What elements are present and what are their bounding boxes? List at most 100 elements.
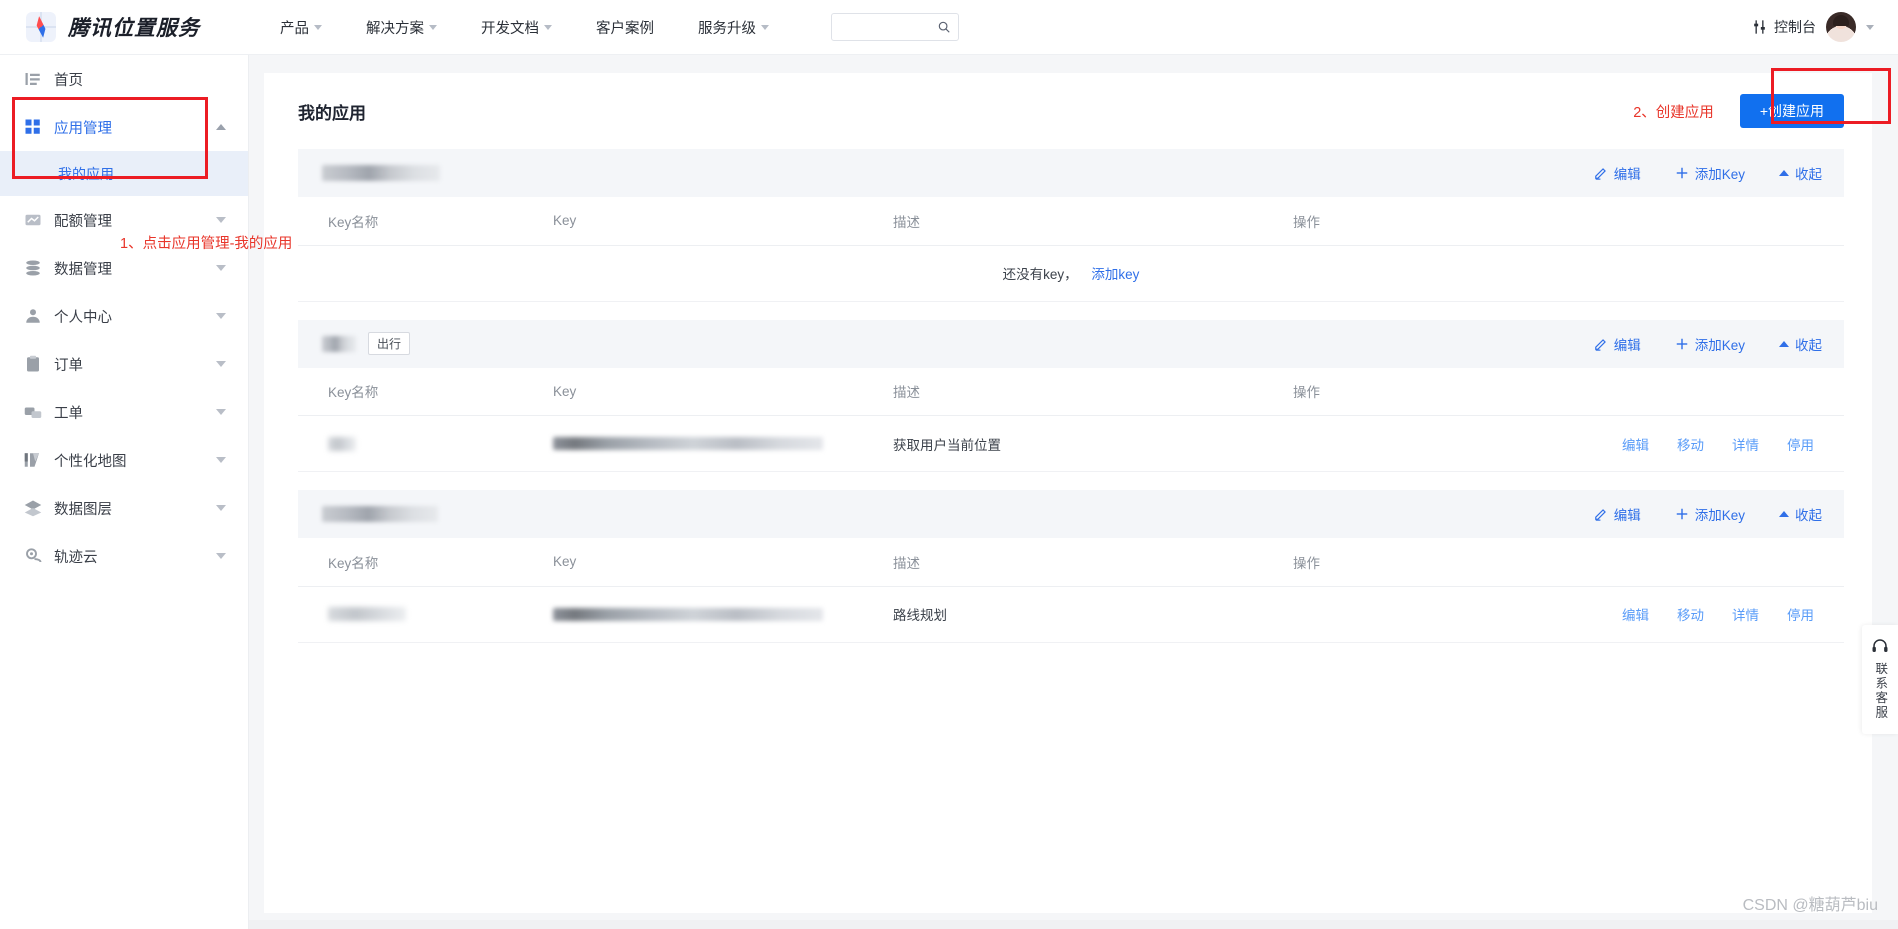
- chevron-down-icon: [216, 265, 226, 271]
- contact-support-widget[interactable]: 联系客服: [1862, 625, 1898, 734]
- chevron-down-icon: [216, 313, 226, 319]
- chevron-down-icon: [216, 553, 226, 559]
- col-header-key: Key: [553, 197, 893, 246]
- chevron-down-icon[interactable]: [1866, 24, 1874, 30]
- empty-state-row: 还没有key， 添加key: [298, 245, 1844, 302]
- app-card-actions: 编辑 添加Key 收起: [1594, 504, 1822, 524]
- chevron-up-icon: [1779, 340, 1789, 347]
- edit-app-link[interactable]: 编辑: [1594, 504, 1641, 524]
- sidebar-item-label: 工单: [54, 405, 83, 422]
- key-value-redacted: [553, 437, 823, 450]
- row-action-edit[interactable]: 编辑: [1622, 604, 1649, 624]
- cell-key-value: [553, 586, 893, 643]
- row-action-disable[interactable]: 停用: [1787, 434, 1814, 454]
- app-card-actions: 编辑 添加Key 收起: [1594, 334, 1822, 354]
- plus-icon: [1676, 508, 1687, 520]
- plus-icon: [1676, 167, 1687, 179]
- nav-item-products[interactable]: 产品: [258, 0, 344, 55]
- nav-label: 解决方案: [366, 20, 424, 37]
- add-key-link[interactable]: 添加Key: [1675, 334, 1745, 354]
- table-header-row: Key名称 Key 描述 操作: [298, 367, 1844, 416]
- link-label: 添加Key: [1694, 337, 1745, 353]
- chevron-down-icon: [216, 505, 226, 511]
- pencil-icon: [1594, 168, 1606, 180]
- row-action-details[interactable]: 详情: [1732, 604, 1759, 624]
- sidebar-item-custom-map[interactable]: 个性化地图: [0, 436, 248, 484]
- cell-description: 获取用户当前位置: [893, 415, 1293, 472]
- avatar[interactable]: [1826, 12, 1856, 42]
- sidebar: 首页 应用管理 我的应用 配额管理 数据管理 个人中心 订单 工单 个性化地图 …: [0, 55, 249, 929]
- top-navigation-bar: 腾讯位置服务 产品 解决方案 开发文档 客户案例 服务升级 控制台: [0, 0, 1898, 55]
- app-name-redacted: [322, 165, 440, 181]
- app-card-header: 编辑 添加Key 收起: [298, 490, 1844, 538]
- link-label: 收起: [1795, 508, 1822, 523]
- empty-state-cell: 还没有key， 添加key: [298, 245, 1844, 302]
- sidebar-item-tickets[interactable]: 工单: [0, 388, 248, 436]
- edit-app-link[interactable]: 编辑: [1594, 334, 1641, 354]
- chevron-down-icon: [216, 361, 226, 367]
- nav-label: 客户案例: [596, 20, 654, 37]
- console-label: 控制台: [1774, 19, 1816, 35]
- app-name-redacted: [322, 506, 438, 522]
- key-table: Key名称 Key 描述 操作 获取用户当前位置 编辑 移动 详情 停用: [298, 367, 1844, 472]
- create-app-button[interactable]: +创建应用: [1739, 94, 1844, 128]
- key-table: Key名称 Key 描述 操作 路线规划 编辑 移动 详情 停用: [298, 538, 1844, 643]
- key-name-redacted: [328, 436, 356, 451]
- cell-key-name: [298, 415, 553, 472]
- chevron-down-icon: [314, 24, 322, 30]
- sidebar-item-label: 数据图层: [54, 501, 112, 518]
- create-app-annotation: 2、创建应用: [1633, 104, 1714, 121]
- collapse-link[interactable]: 收起: [1779, 334, 1822, 354]
- nav-label: 服务升级: [698, 20, 756, 37]
- page-title: 我的应用: [298, 103, 366, 123]
- brand-name: 腾讯位置服务: [68, 16, 200, 40]
- col-header-ops: 操作: [1293, 197, 1844, 246]
- link-label: 编辑: [1613, 508, 1641, 523]
- search-box[interactable]: [831, 13, 959, 41]
- add-key-link[interactable]: 添加Key: [1675, 504, 1745, 524]
- grid-icon: [25, 119, 40, 134]
- collapse-link[interactable]: 收起: [1779, 504, 1822, 524]
- app-card: 编辑 添加Key 收起: [298, 490, 1844, 643]
- contact-support-label: 联系客服: [1873, 662, 1888, 720]
- search-input[interactable]: [839, 20, 937, 34]
- sidebar-item-home[interactable]: 首页: [0, 55, 248, 103]
- sidebar-item-app-management[interactable]: 应用管理: [0, 103, 248, 151]
- collapse-link[interactable]: 收起: [1779, 163, 1822, 183]
- link-label: 添加Key: [1694, 167, 1745, 182]
- my-apps-panel: 我的应用 2、创建应用 +创建应用 编辑 添加Key 收起 Key名称 Key …: [264, 73, 1872, 913]
- nav-item-cases[interactable]: 客户案例: [574, 0, 676, 55]
- nav-item-solutions[interactable]: 解决方案: [344, 0, 459, 55]
- console-link[interactable]: 控制台: [1751, 17, 1816, 37]
- app-card: 编辑 添加Key 收起: [298, 149, 1844, 302]
- sidebar-item-track-cloud[interactable]: 轨迹云: [0, 532, 248, 580]
- horizontal-scrollbar[interactable]: [249, 920, 1898, 929]
- link-label: 收起: [1795, 167, 1822, 182]
- table-row: 路线规划 编辑 移动 详情 停用: [298, 586, 1844, 643]
- chevron-up-icon: [216, 124, 226, 130]
- app-tag-badge: 出行: [368, 332, 411, 355]
- nav-label: 产品: [280, 20, 309, 37]
- col-header-key-name: Key名称: [298, 197, 553, 246]
- sidebar-item-personal-center[interactable]: 个人中心: [0, 292, 248, 340]
- clipboard-icon: [27, 355, 39, 372]
- row-action-edit[interactable]: 编辑: [1622, 434, 1649, 454]
- row-action-disable[interactable]: 停用: [1787, 604, 1814, 624]
- key-value-redacted: [553, 607, 823, 621]
- brand-logo-area[interactable]: 腾讯位置服务: [26, 12, 200, 42]
- add-key-empty-link[interactable]: 添加key: [1091, 267, 1139, 282]
- row-action-move[interactable]: 移动: [1677, 434, 1704, 454]
- nav-item-docs[interactable]: 开发文档: [459, 0, 574, 55]
- sidebar-item-data-layers[interactable]: 数据图层: [0, 484, 248, 532]
- nav-item-service-upgrade[interactable]: 服务升级: [676, 0, 791, 55]
- app-card-actions: 编辑 添加Key 收起: [1594, 163, 1822, 183]
- row-action-move[interactable]: 移动: [1677, 604, 1704, 624]
- sidebar-item-my-apps[interactable]: 我的应用: [0, 151, 248, 196]
- sidebar-item-orders[interactable]: 订单: [0, 340, 248, 388]
- add-key-link[interactable]: 添加Key: [1675, 163, 1745, 183]
- row-action-group: 编辑 移动 详情 停用: [1293, 604, 1814, 624]
- edit-app-link[interactable]: 编辑: [1594, 163, 1641, 183]
- row-action-details[interactable]: 详情: [1732, 434, 1759, 454]
- chevron-down-icon: [544, 24, 552, 30]
- col-header-ops: 操作: [1293, 538, 1844, 587]
